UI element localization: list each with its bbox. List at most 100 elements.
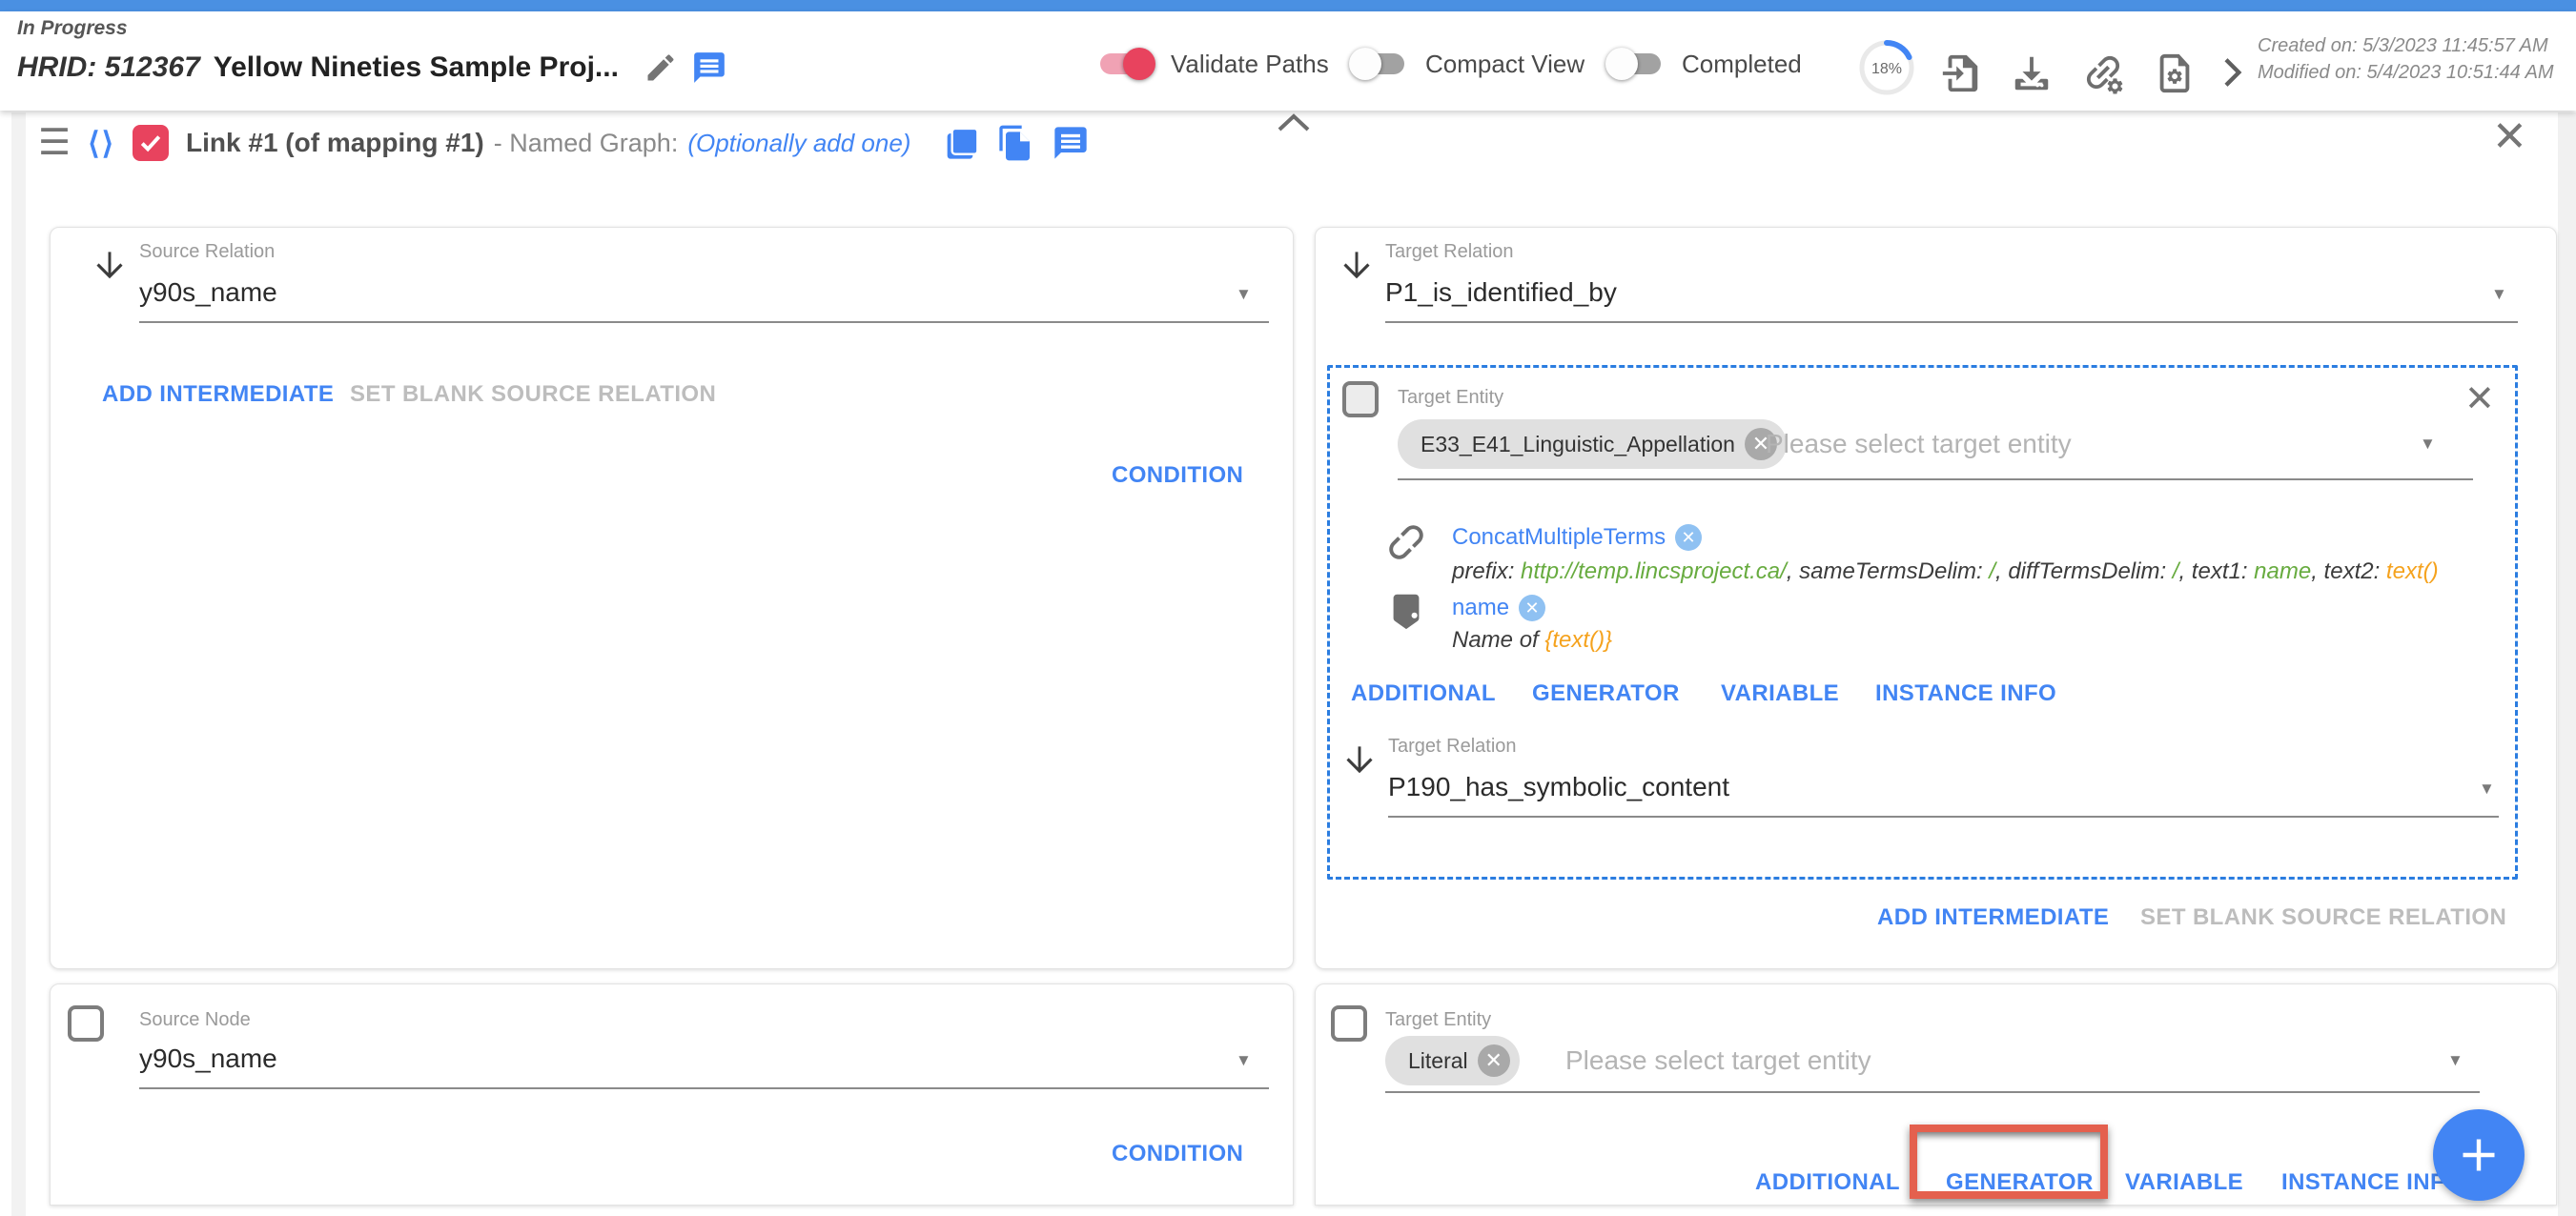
label-generator-link[interactable]: name — [1452, 595, 1509, 621]
dropdown-caret-icon[interactable]: ▼ — [1236, 285, 1252, 304]
arrow-down-icon — [1336, 245, 1378, 287]
additional-button[interactable]: ADDITIONAL — [1755, 1169, 1900, 1196]
dropdown-caret-icon[interactable]: ▼ — [2479, 780, 2495, 799]
validate-paths-label: Validate Paths — [1171, 50, 1329, 79]
dropdown-caret-icon[interactable]: ▼ — [2491, 285, 2507, 304]
left-panel-strip — [11, 112, 26, 1216]
download-button[interactable] — [2010, 51, 2054, 95]
link-checkbox[interactable] — [133, 125, 169, 161]
named-graph-add-link[interactable]: (Optionally add one) — [687, 129, 910, 158]
target-entity-label: Target Entity — [1398, 387, 1503, 409]
collapse-link-button[interactable] — [1274, 111, 1314, 135]
generator-remove-icon[interactable]: ✕ — [1675, 524, 1702, 551]
source-relation-label: Source Relation — [139, 241, 275, 263]
copy-link-button[interactable] — [996, 124, 1034, 162]
target-relation2-value[interactable]: P190_has_symbolic_content — [1388, 772, 1729, 802]
input-icon — [1939, 51, 1983, 95]
arrow-down-icon — [89, 245, 131, 287]
expand-right-button[interactable] — [2212, 53, 2250, 91]
link-comment-button[interactable] — [1052, 124, 1090, 162]
plus-icon — [2458, 1134, 2500, 1176]
file-gear-icon — [2153, 51, 2197, 95]
field-underline — [1385, 321, 2518, 323]
add-link-fab[interactable] — [2433, 1109, 2525, 1201]
condition-button[interactable]: CONDITION — [1112, 1141, 1243, 1167]
progress-percent: 18% — [1871, 61, 1902, 77]
set-blank-source-relation-button[interactable]: SET BLANK SOURCE RELATION — [2140, 904, 2506, 931]
arrow-down-icon — [1339, 740, 1380, 781]
download-icon — [2010, 51, 2054, 95]
source-node-card: Source Node y90s_name ▼ CONDITION — [50, 983, 1294, 1206]
duplicate-link-button[interactable] — [941, 124, 979, 162]
source-relation-card: Source Relation y90s_name ▼ ADD INTERMED… — [50, 227, 1294, 969]
import-button[interactable] — [1939, 51, 1983, 95]
dropdown-caret-icon[interactable]: ▼ — [2420, 435, 2436, 454]
target-relation-label: Target Relation — [1385, 241, 1514, 263]
field-underline — [139, 321, 1269, 323]
instance-info-button[interactable]: INSTANCE INFO — [1875, 680, 2056, 707]
compact-view-switch[interactable] — [1349, 48, 1410, 80]
tag-icon — [1384, 589, 1428, 633]
chip-remove-icon[interactable]: ✕ — [1478, 1044, 1510, 1077]
comment-button[interactable] — [691, 50, 727, 86]
variable-button[interactable]: VARIABLE — [2125, 1169, 2243, 1196]
compact-view-toggle-group: Compact View — [1349, 48, 1584, 80]
generator-name-row: ConcatMultipleTerms ✕ — [1452, 524, 1702, 551]
set-blank-source-relation-button[interactable]: SET BLANK SOURCE RELATION — [350, 381, 716, 408]
link-gear-icon — [2080, 51, 2126, 97]
copy-icon — [941, 124, 979, 162]
label-generator-remove-icon[interactable]: ✕ — [1519, 595, 1545, 621]
mapping-editor-screen: In Progress HRID: 512367 Yellow Nineties… — [0, 0, 2576, 1216]
source-node-checkbox[interactable] — [68, 1005, 104, 1042]
chevron-up-icon — [1274, 111, 1314, 135]
generator-button[interactable]: GENERATOR — [1532, 680, 1680, 707]
target-relation-value[interactable]: P1_is_identified_by — [1385, 277, 1617, 308]
close-link-button[interactable]: ✕ — [2492, 116, 2527, 158]
target-relation2-label: Target Relation — [1388, 736, 1517, 758]
source-node-label: Source Node — [139, 1009, 251, 1031]
source-relation-value[interactable]: y90s_name — [139, 277, 277, 308]
variable-button[interactable]: VARIABLE — [1721, 680, 1839, 707]
completed-label: Completed — [1682, 50, 1802, 79]
add-intermediate-button[interactable]: ADD INTERMEDIATE — [102, 381, 334, 408]
condition-button[interactable]: CONDITION — [1112, 462, 1243, 489]
field-underline — [1388, 816, 2499, 818]
target-entity-checkbox[interactable] — [1331, 1005, 1367, 1042]
progress-ring: 18% — [1857, 38, 1916, 102]
file-copy-icon — [996, 124, 1034, 162]
target-entity-placeholder[interactable]: Please select target entity — [1766, 429, 2072, 459]
right-scrollbar-strip[interactable] — [2558, 112, 2576, 1216]
generator-name-link[interactable]: ConcatMultipleTerms — [1452, 524, 1666, 551]
label-generator-name-row: name ✕ — [1452, 595, 1545, 621]
edit-title-button[interactable] — [644, 51, 678, 85]
add-intermediate-button[interactable]: ADD INTERMEDIATE — [1877, 904, 2109, 931]
title-row: HRID: 512367 Yellow Nineties Sample Proj… — [17, 50, 727, 86]
remove-intermediate-button[interactable]: ✕ — [2464, 381, 2495, 417]
generator-highlight-annotation — [1910, 1125, 2108, 1199]
validate-paths-switch[interactable] — [1094, 48, 1155, 80]
target-entity-checkbox[interactable] — [1342, 381, 1379, 417]
hrid-label: HRID: 512367 — [17, 51, 200, 84]
code-icon[interactable]: ⟨⟩ — [88, 125, 115, 161]
link-settings-button[interactable] — [2080, 51, 2126, 97]
instance-info-button[interactable]: INSTANCE INFO — [2281, 1169, 2463, 1196]
completed-switch[interactable] — [1605, 48, 1666, 80]
target-entity-chip[interactable]: E33_E41_Linguistic_Appellation ✕ — [1398, 419, 1787, 469]
source-node-value[interactable]: y90s_name — [139, 1044, 277, 1074]
dropdown-caret-icon[interactable]: ▼ — [2447, 1051, 2464, 1070]
chip-label: E33_E41_Linguistic_Appellation — [1421, 432, 1735, 457]
drag-handle-icon[interactable]: ☰ — [38, 125, 71, 161]
timestamps: Created on: 5/3/2023 11:45:57 AM Modifie… — [2258, 32, 2554, 86]
created-on: Created on: 5/3/2023 11:45:57 AM — [2258, 32, 2554, 59]
status-text: In Progress — [17, 17, 128, 40]
additional-button[interactable]: ADDITIONAL — [1351, 680, 1496, 707]
check-icon — [137, 130, 164, 156]
file-settings-button[interactable] — [2153, 51, 2197, 95]
link-header-bar: ☰ ⟨⟩ Link #1 (of mapping #1) - Named Gra… — [38, 124, 1090, 162]
modified-on: Modified on: 5/4/2023 10:51:44 AM — [2258, 59, 2554, 86]
target-entity-placeholder[interactable]: Please select target entity — [1565, 1045, 1871, 1076]
literal-chip[interactable]: Literal ✕ — [1385, 1036, 1520, 1085]
label-template: Name of {text()} — [1452, 627, 1612, 654]
dropdown-caret-icon[interactable]: ▼ — [1236, 1051, 1252, 1070]
chain-link-icon — [1382, 518, 1430, 566]
